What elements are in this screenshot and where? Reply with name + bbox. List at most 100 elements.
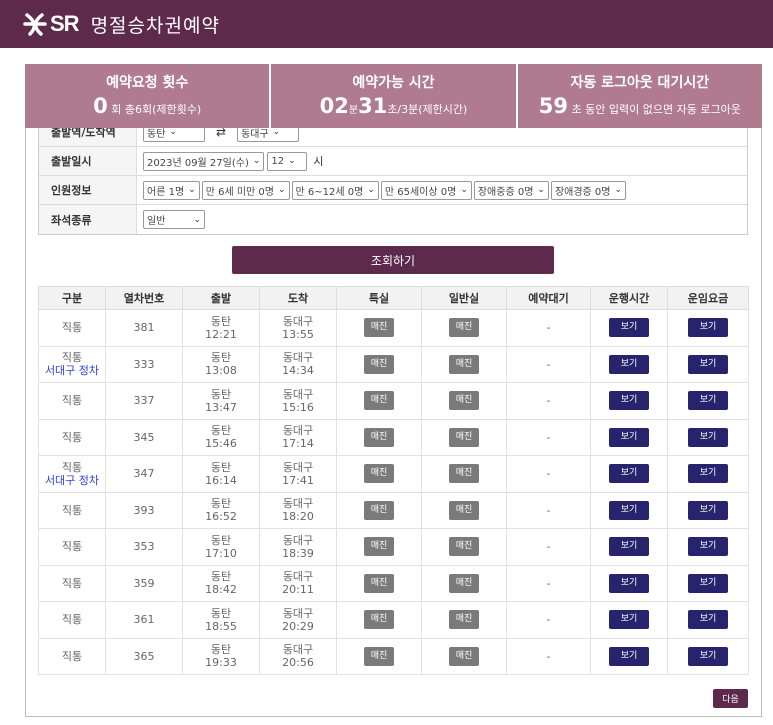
chevron-down-icon: ⌄ (614, 185, 623, 195)
chevron-down-icon: ⌄ (169, 127, 177, 137)
arrival-cell: 동대구 17:41 (259, 455, 337, 493)
view-fare-button[interactable]: 보기 (687, 464, 729, 484)
arrival-cell: 동대구 20:11 (259, 564, 337, 602)
view-schedule-button[interactable]: 보기 (608, 610, 650, 630)
waitlist-cell: - (506, 418, 591, 456)
table-row: 직통 서대구 정차 347 동탄 16:14 동대구 17:41 매진 매진 - 보기 보기 (38, 455, 749, 493)
special-seat-soldout-button[interactable]: 매진 (363, 318, 395, 338)
adult-count-select[interactable]: 어른 1명 ⌄ (143, 180, 200, 200)
view-fare-button[interactable]: 보기 (687, 646, 729, 666)
view-schedule-button[interactable]: 보기 (608, 354, 650, 374)
remaining-time-panel: 예약가능 시간 02분31초/3분(제한시간) (271, 64, 516, 128)
view-fare-button[interactable]: 보기 (687, 610, 729, 630)
chevron-down-icon: ⌄ (277, 185, 286, 195)
general-seat-soldout-button[interactable]: 매진 (448, 646, 480, 666)
arrival-cell: 동대구 20:29 (259, 601, 337, 639)
seat-type-select[interactable]: 일반 ⌄ (143, 210, 205, 229)
special-seat-soldout-button[interactable]: 매진 (363, 354, 395, 374)
senior-count-select[interactable]: 만 65세이상 0명 ⌄ (380, 180, 472, 200)
general-seat-soldout-button[interactable]: 매진 (448, 573, 480, 593)
col-header: 운임요금 (667, 286, 749, 310)
special-seat-soldout-button[interactable]: 매진 (363, 610, 395, 630)
general-seat-soldout-button[interactable]: 매진 (448, 500, 480, 520)
general-seat-soldout-button[interactable]: 매진 (448, 427, 480, 447)
general-seat-soldout-button[interactable]: 매진 (448, 391, 480, 411)
view-schedule-button[interactable]: 보기 (608, 537, 650, 557)
table-header-row: 구분 열차번호 출발 도착 특실 일반실 예약대기 운행시간 운임요금 (38, 286, 749, 310)
special-seat-soldout-button[interactable]: 매진 (363, 500, 395, 520)
train-number: 353 (105, 528, 183, 566)
view-schedule-button[interactable]: 보기 (608, 464, 650, 484)
hour-select[interactable]: 12 ⌄ (267, 151, 308, 171)
search-form: 출발역/도착역 동탄 ⌄ ⇄ 동대구 ⌄ 출발일시 2023년 09월 27일(수)… (38, 118, 748, 235)
view-fare-button[interactable]: 보기 (687, 573, 729, 593)
special-seat-soldout-button[interactable]: 매진 (363, 646, 395, 666)
chevron-down-icon: ⌄ (193, 214, 201, 225)
train-table: 구분 열차번호 출발 도착 특실 일반실 예약대기 운행시간 운임요금 직통 38… (38, 286, 749, 675)
general-seat-soldout-button[interactable]: 매진 (448, 537, 480, 557)
waitlist-cell: - (506, 345, 591, 383)
arrival-cell: 동대구 20:56 (259, 637, 337, 675)
view-schedule-button[interactable]: 보기 (608, 318, 650, 338)
train-type-cell: 직통 서대구 정차 (38, 345, 106, 383)
logo[interactable]: SR (22, 11, 91, 37)
table-row: 직통 345 동탄 15:46 동대구 17:14 매진 매진 - 보기 보기 (38, 418, 749, 456)
view-fare-button[interactable]: 보기 (687, 391, 729, 411)
mild-disability-count-select[interactable]: 장애경증 0명 ⌄ (550, 180, 627, 200)
departure-cell: 동탄 17:10 (182, 528, 260, 566)
train-number: 381 (105, 309, 183, 347)
view-fare-button[interactable]: 보기 (687, 354, 729, 374)
infant-count-select[interactable]: 만 6세 미만 0명 ⌄ (201, 180, 290, 200)
train-type-cell: 직통 (38, 309, 106, 347)
special-seat-soldout-button[interactable]: 매진 (363, 391, 395, 411)
request-count: 0 (93, 94, 108, 118)
chevron-down-icon: ⌄ (188, 185, 196, 195)
sr-logo-icon (23, 13, 47, 36)
severe-disability-count-select[interactable]: 장애중증 0명 ⌄ (473, 180, 549, 200)
col-header: 예약대기 (506, 286, 591, 310)
train-type-cell: 직통 (38, 637, 106, 675)
view-fare-button[interactable]: 보기 (687, 500, 729, 520)
col-header: 특실 (336, 286, 422, 310)
train-number: 333 (105, 345, 183, 383)
view-fare-button[interactable]: 보기 (687, 537, 729, 557)
train-type-cell: 직통 (38, 601, 106, 639)
via-stop-link[interactable]: 서대구 정차 (39, 474, 105, 487)
arrival-cell: 동대구 18:20 (259, 491, 337, 529)
train-type-cell: 직통 (38, 382, 106, 420)
chevron-down-icon: ⌄ (460, 185, 468, 195)
view-fare-button[interactable]: 보기 (687, 427, 729, 447)
next-page-button[interactable]: 다음 (713, 689, 748, 708)
col-header: 도착 (259, 286, 337, 310)
departure-cell: 동탄 18:42 (182, 564, 260, 602)
chevron-down-icon: ⌄ (272, 127, 281, 137)
special-seat-soldout-button[interactable]: 매진 (363, 427, 395, 447)
view-schedule-button[interactable]: 보기 (608, 427, 650, 447)
train-number: 361 (105, 601, 183, 639)
special-seat-soldout-button[interactable]: 매진 (363, 537, 395, 557)
view-fare-button[interactable]: 보기 (687, 318, 729, 338)
app-title: 명절승차권예약 (90, 14, 220, 37)
table-row: 직통 359 동탄 18:42 동대구 20:11 매진 매진 - 보기 보기 (38, 564, 749, 602)
view-schedule-button[interactable]: 보기 (608, 391, 650, 411)
via-stop-link[interactable]: 서대구 정차 (39, 364, 105, 377)
table-row: 직통 393 동탄 16:52 동대구 18:20 매진 매진 - 보기 보기 (38, 491, 749, 529)
view-schedule-button[interactable]: 보기 (608, 573, 650, 593)
special-seat-soldout-button[interactable]: 매진 (363, 573, 395, 593)
view-schedule-button[interactable]: 보기 (608, 646, 650, 666)
logo-text: SR (50, 11, 80, 36)
train-type-cell: 직통 (38, 564, 106, 602)
col-header: 일반실 (421, 286, 507, 310)
special-seat-soldout-button[interactable]: 매진 (363, 464, 395, 484)
general-seat-soldout-button[interactable]: 매진 (448, 354, 480, 374)
view-schedule-button[interactable]: 보기 (608, 500, 650, 520)
train-number: 393 (105, 491, 183, 529)
general-seat-soldout-button[interactable]: 매진 (448, 318, 480, 338)
general-seat-soldout-button[interactable]: 매진 (448, 610, 480, 630)
child-count-select[interactable]: 만 6~12세 0명 ⌄ (291, 180, 379, 200)
search-button[interactable]: 조회하기 (232, 246, 554, 274)
date-select[interactable]: 2023년 09월 27일(수) ⌄ (143, 151, 265, 171)
general-seat-soldout-button[interactable]: 매진 (448, 464, 480, 484)
form-label-seat: 좌석종류 (39, 205, 137, 234)
departure-cell: 동탄 18:55 (182, 601, 260, 639)
